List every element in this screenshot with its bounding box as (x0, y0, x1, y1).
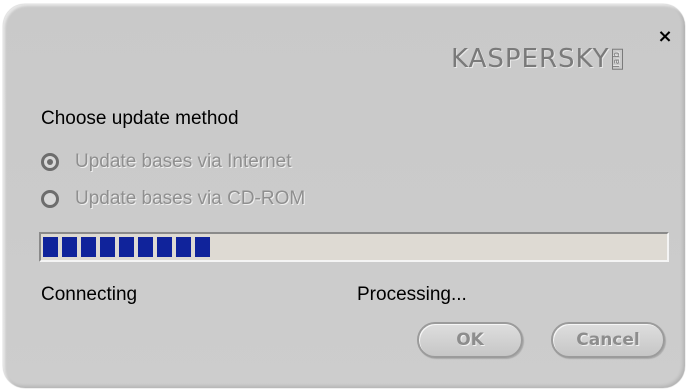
kaspersky-logo: KASPERSKY lab (451, 44, 623, 74)
radio-internet-indicator[interactable] (41, 153, 59, 171)
ok-button[interactable]: OK (417, 322, 523, 358)
close-icon: × (657, 26, 673, 47)
close-button[interactable]: × (657, 28, 673, 46)
update-dialog: × KASPERSKY lab Choose update method Upda… (3, 4, 685, 388)
radio-internet[interactable]: Update bases via Internet (41, 150, 292, 174)
radio-cdrom-indicator[interactable] (41, 190, 59, 208)
cancel-button[interactable]: Cancel (551, 322, 665, 358)
update-progress-bar (39, 232, 669, 262)
radio-cdrom[interactable]: Update bases via CD-ROM (41, 187, 305, 211)
progress-fill (43, 237, 210, 257)
radio-internet-label: Update bases via Internet (75, 151, 292, 172)
radio-cdrom-label: Update bases via CD-ROM (75, 188, 306, 209)
logo-lab: lab (611, 49, 623, 70)
update-method-heading: Choose update method (41, 108, 239, 129)
logo-text: KASPERSKY (451, 44, 610, 74)
connection-status: Connecting (41, 284, 138, 305)
processing-status: Processing... (357, 284, 467, 305)
